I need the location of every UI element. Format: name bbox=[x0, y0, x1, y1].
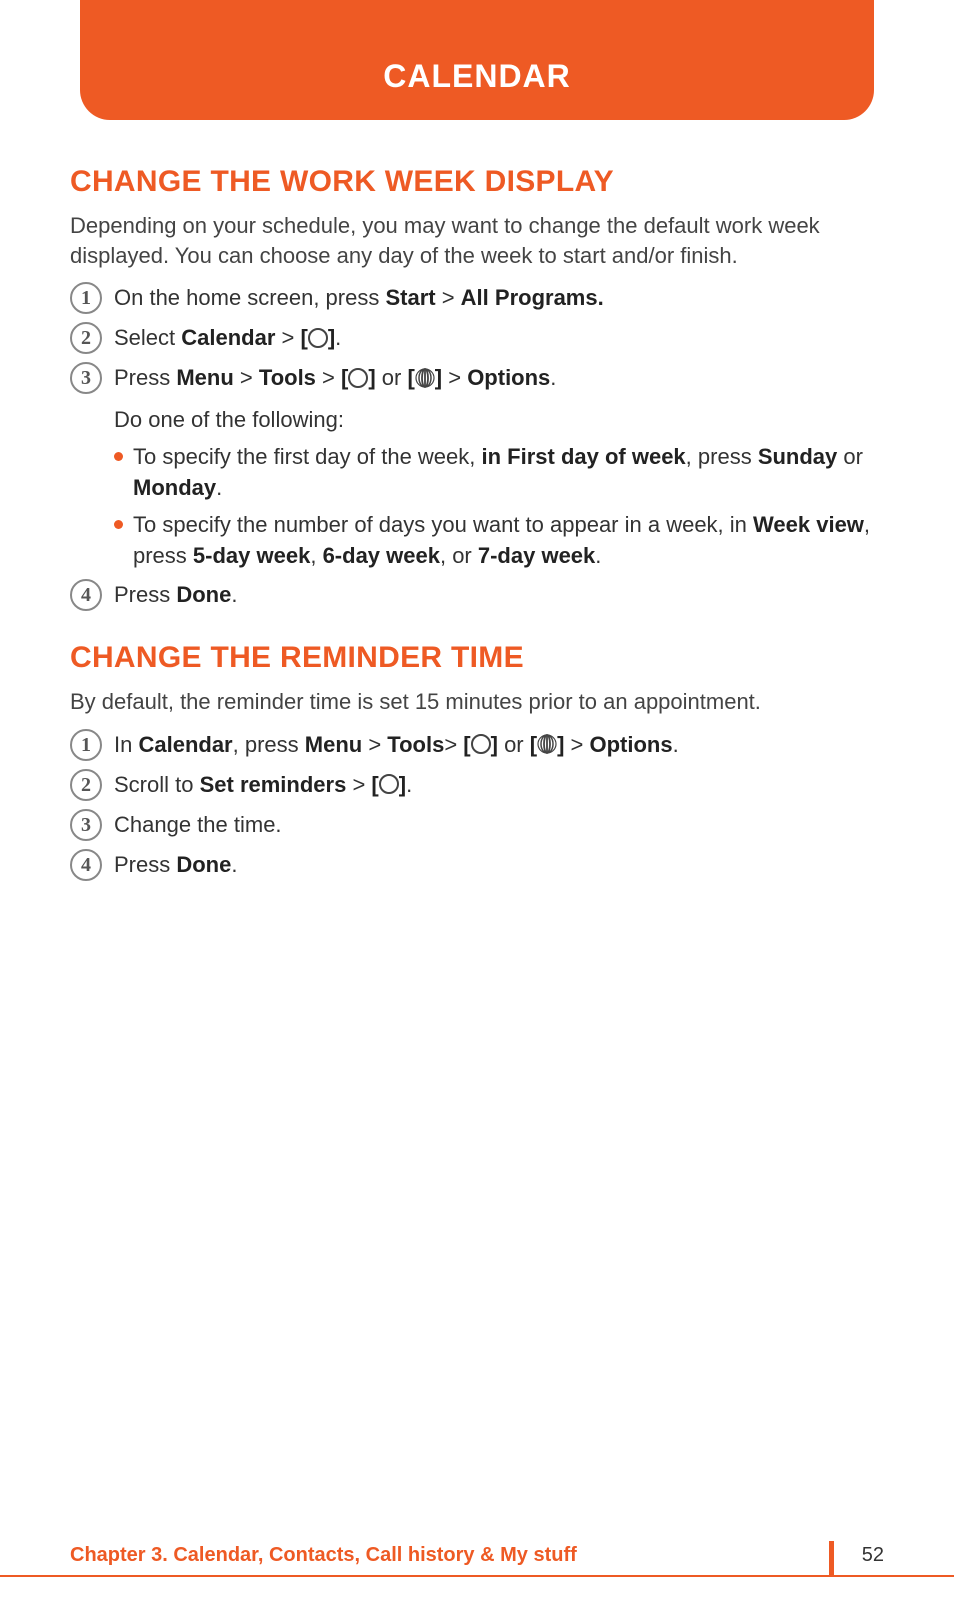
section2-steps: 1 In Calendar, press Menu > Tools> [] or… bbox=[70, 729, 884, 881]
document-page: { "header": { "title": "CALENDAR" }, "se… bbox=[0, 0, 954, 1622]
step-text: Change the time. bbox=[114, 809, 884, 841]
step-number-icon: 2 bbox=[70, 322, 102, 354]
bullet-text: To specify the number of days you want t… bbox=[133, 510, 884, 572]
step-4: 4 Press Done. bbox=[70, 849, 884, 881]
step-number-icon: 3 bbox=[70, 809, 102, 841]
bullet-dot-icon bbox=[114, 520, 123, 529]
section1-steps-cont: 4 Press Done. bbox=[70, 579, 884, 611]
step-text: Press Menu > Tools > [] or [] > Options. bbox=[114, 362, 884, 394]
step-text: Press Done. bbox=[114, 849, 884, 881]
page-footer: Chapter 3. Calendar, Contacts, Call hist… bbox=[0, 1537, 954, 1577]
step-text: Scroll to Set reminders > []. bbox=[114, 769, 884, 801]
step-number-icon: 3 bbox=[70, 362, 102, 394]
step-number-icon: 1 bbox=[70, 729, 102, 761]
ok-button-icon bbox=[379, 774, 399, 794]
step-2: 2 Scroll to Set reminders > []. bbox=[70, 769, 884, 801]
bullet-dot-icon bbox=[114, 452, 123, 461]
step-number-icon: 4 bbox=[70, 579, 102, 611]
section-title-workweek: CHANGE THE WORK WEEK DISPLAY bbox=[70, 165, 884, 199]
ok-button-icon bbox=[471, 734, 491, 754]
step3-bullets: To specify the first day of the week, in… bbox=[114, 442, 884, 571]
footer-chapter-label: Chapter 3. Calendar, Contacts, Call hist… bbox=[70, 1544, 577, 1567]
ok-button-icon bbox=[308, 328, 328, 348]
step3-subnote: Do one of the following: bbox=[114, 404, 884, 436]
step-number-icon: 4 bbox=[70, 849, 102, 881]
section2: CHANGE THE REMINDER TIME By default, the… bbox=[70, 641, 884, 881]
speaker-icon bbox=[537, 733, 557, 755]
step-2: 2 Select Calendar > []. bbox=[70, 322, 884, 354]
section1-intro: Depending on your schedule, you may want… bbox=[70, 211, 884, 270]
step-4: 4 Press Done. bbox=[70, 579, 884, 611]
footer-divider bbox=[829, 1541, 834, 1577]
step-number-icon: 1 bbox=[70, 282, 102, 314]
step-1: 1 In Calendar, press Menu > Tools> [] or… bbox=[70, 729, 884, 761]
speaker-icon bbox=[415, 367, 435, 389]
section2-intro: By default, the reminder time is set 15 … bbox=[70, 687, 884, 717]
section1-steps: 1 On the home screen, press Start > All … bbox=[70, 282, 884, 394]
step-text: On the home screen, press Start > All Pr… bbox=[114, 282, 884, 314]
bullet-item: To specify the first day of the week, in… bbox=[114, 442, 884, 504]
header-tab: CALENDAR bbox=[80, 0, 874, 120]
footer-rule bbox=[0, 1575, 954, 1577]
bullet-text: To specify the first day of the week, in… bbox=[133, 442, 884, 504]
step-3: 3 Change the time. bbox=[70, 809, 884, 841]
bullet-item: To specify the number of days you want t… bbox=[114, 510, 884, 572]
page-header-title: CALENDAR bbox=[383, 58, 571, 95]
content-area: CHANGE THE WORK WEEK DISPLAY Depending o… bbox=[70, 165, 884, 889]
section-title-reminder: CHANGE THE REMINDER TIME bbox=[70, 641, 884, 675]
step-number-icon: 2 bbox=[70, 769, 102, 801]
step-text: In Calendar, press Menu > Tools> [] or [… bbox=[114, 729, 884, 761]
footer-page-number: 52 bbox=[862, 1544, 884, 1567]
step-text: Select Calendar > []. bbox=[114, 322, 884, 354]
step-text: Press Done. bbox=[114, 579, 884, 611]
step-3: 3 Press Menu > Tools > [] or [] > Option… bbox=[70, 362, 884, 394]
ok-button-icon bbox=[348, 368, 368, 388]
step-1: 1 On the home screen, press Start > All … bbox=[70, 282, 884, 314]
